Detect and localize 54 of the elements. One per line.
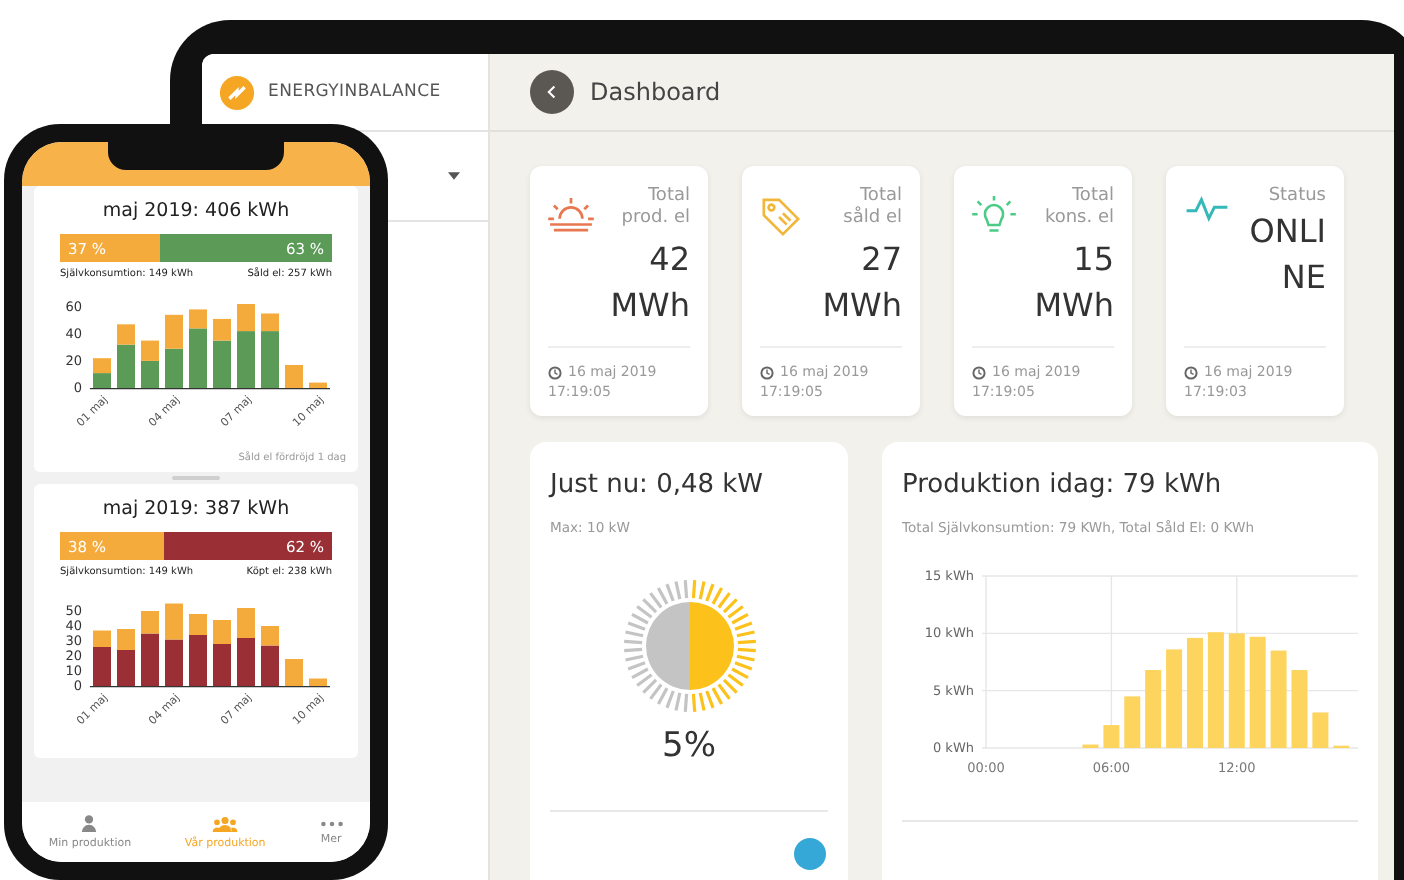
chart-bar — [309, 382, 327, 388]
logo-icon — [218, 73, 256, 111]
chart-bar — [1228, 633, 1245, 748]
chart-bar — [1103, 725, 1120, 748]
chart-bar — [141, 360, 159, 388]
caret-icon[interactable] — [448, 172, 460, 180]
chart-bar — [285, 364, 303, 388]
group-icon — [212, 815, 239, 831]
chart-bar — [1166, 649, 1183, 748]
person-icon — [80, 814, 99, 832]
chart-bar — [1207, 632, 1224, 748]
clock-icon — [760, 365, 774, 379]
card-title: maj 2019: 387 kWh — [102, 498, 290, 520]
card-title: Just nu: 0,48 kW — [550, 470, 764, 500]
chart-bar — [309, 678, 327, 686]
sunrise-icon — [548, 196, 594, 234]
stat-label: Status — [1266, 186, 1326, 209]
clock-icon — [548, 365, 562, 379]
back-button[interactable] — [530, 70, 574, 114]
more-icon — [319, 819, 344, 827]
chart-bar — [165, 348, 183, 388]
clock-icon — [1184, 365, 1198, 379]
stat-label: Total prod. el — [619, 186, 690, 231]
chart-bar — [1291, 670, 1308, 748]
chart-bar — [165, 639, 183, 686]
action-button[interactable] — [794, 838, 826, 870]
stat-value: 15 MWh — [1032, 237, 1114, 328]
light-bulb-icon — [972, 196, 1016, 236]
chart-bar — [1145, 670, 1162, 748]
chart-bar — [1270, 650, 1287, 748]
stat-value: 42 MWh — [608, 237, 690, 328]
chevron-left-icon — [544, 84, 560, 100]
price-tag-icon — [760, 196, 802, 238]
chart-bar — [285, 659, 303, 686]
stat-label: Total såld el — [841, 186, 902, 231]
stat-label: Total kons. el — [1042, 186, 1114, 231]
page-title: Dashboard — [590, 78, 721, 106]
clock-icon — [972, 365, 986, 379]
stat-value: ONLINE — [1247, 210, 1326, 301]
chart-bar — [165, 603, 183, 640]
chart-bar — [1312, 712, 1329, 748]
card-title: Produktion idag: 79 kWh — [902, 470, 1224, 500]
brand-name: ENERGYINBALANCE — [268, 82, 441, 102]
drag-handle[interactable] — [172, 476, 220, 480]
chart-bar — [165, 314, 183, 349]
chart-bar — [1249, 636, 1266, 748]
chart-bar — [141, 340, 159, 361]
stat-value: 27 MWh — [820, 237, 902, 328]
gauge-drawing — [619, 576, 759, 716]
percent-value: 5% — [662, 726, 716, 766]
chart-bar — [1124, 696, 1141, 748]
chart-bar — [1187, 637, 1203, 748]
pulse-icon — [1184, 196, 1230, 222]
card-title: maj 2019: 406 kWh — [102, 200, 290, 222]
